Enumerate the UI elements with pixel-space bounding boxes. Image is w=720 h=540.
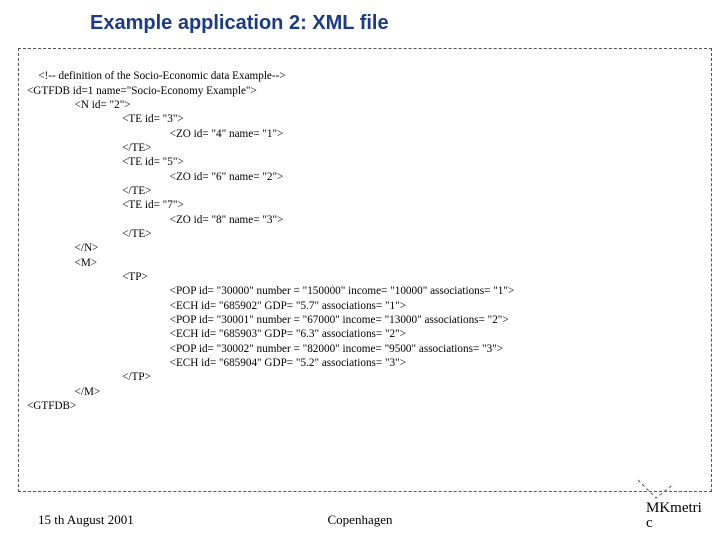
slide: Example application 2: XML file <!-- def… — [0, 0, 720, 540]
page-title: Example application 2: XML file — [0, 12, 720, 35]
footer: 15 th August 2001 Copenhagen MKmetri c — [0, 500, 720, 530]
footer-author-line2: c — [646, 515, 653, 531]
footer-author-line1: MKmetri — [646, 500, 702, 516]
footer-author: MKmetri c — [646, 501, 706, 533]
xml-code: <!-- definition of the Socio-Economic da… — [27, 70, 514, 412]
xml-code-box: <!-- definition of the Socio-Economic da… — [18, 48, 712, 492]
footer-location: Copenhagen — [0, 512, 720, 528]
